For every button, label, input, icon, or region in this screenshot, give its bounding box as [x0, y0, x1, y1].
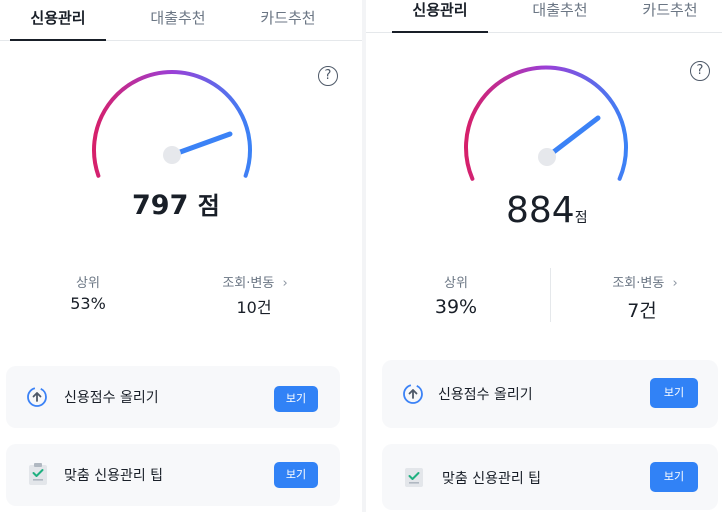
credit-score-gauge — [464, 65, 628, 181]
history-label: 조회·변동 — [222, 276, 275, 291]
credit-tips-title: 맞춤 신용관리 팁 — [442, 471, 542, 487]
tab-loan-recommendation[interactable]: 대출추천 — [512, 0, 608, 32]
credit-score: 884점 — [506, 190, 588, 231]
credit-panel-left: 신용관리 대출추천 카드추천 ? 797 점 상위 53% 조회·변동 › 10… — [0, 0, 362, 512]
gauge-needle — [169, 131, 233, 158]
clipboard-check-icon — [405, 468, 423, 487]
arrow-up-circle-icon — [27, 387, 47, 407]
rank-value: 39% — [434, 296, 478, 318]
credit-score-value: 884 — [506, 190, 575, 231]
clipboard-check-icon — [29, 463, 47, 485]
active-tab-indicator — [392, 31, 488, 33]
help-icon[interactable]: ? — [318, 66, 338, 86]
help-icon[interactable]: ? — [690, 61, 710, 81]
credit-score-gauge — [92, 70, 252, 178]
tab-card-recommendation[interactable]: 카드추천 — [622, 0, 718, 32]
improve-score-title: 신용점수 올리기 — [64, 390, 159, 406]
history-link[interactable]: 조회·변동 › — [602, 272, 688, 291]
improve-score-card[interactable]: 신용점수 올리기 보기 — [6, 366, 340, 428]
tab-bar: 신용관리 대출추천 카드추천 — [0, 0, 362, 41]
gauge-pivot — [538, 148, 556, 166]
tab-bar: 신용관리 대출추천 카드추천 — [366, 0, 722, 33]
improve-score-title: 신용점수 올리기 — [438, 387, 533, 403]
rank-label: 상위 — [444, 276, 468, 291]
tab-credit-management[interactable]: 신용관리 — [12, 0, 104, 40]
chevron-right-icon: › — [672, 276, 678, 291]
credit-score-value: 797 — [132, 190, 189, 221]
view-button[interactable]: 보기 — [650, 462, 698, 492]
improve-score-card[interactable]: 신용점수 올리기 보기 — [382, 360, 718, 428]
tab-card-recommendation[interactable]: 카드추천 — [240, 0, 336, 40]
arrow-up-circle-icon — [403, 384, 423, 404]
view-button[interactable]: 보기 — [274, 462, 318, 488]
history-label: 조회·변동 — [612, 276, 665, 291]
credit-tips-card[interactable]: 맞춤 신용관리 팁 보기 — [382, 444, 718, 510]
gauge-needle — [544, 115, 601, 160]
tab-credit-management[interactable]: 신용관리 — [394, 0, 486, 32]
rank-value: 53% — [70, 294, 106, 313]
history-link[interactable]: 조회·변동 › — [212, 272, 298, 291]
credit-panel-right: 신용관리 대출추천 카드추천 ? 884점 상위 39% 조회·변동 › 7건 — [366, 0, 722, 512]
active-tab-indicator — [10, 39, 106, 41]
credit-score: 797 점 — [132, 186, 220, 221]
chevron-right-icon: › — [282, 276, 288, 291]
credit-score-unit: 점 — [197, 192, 220, 220]
stats-divider — [550, 268, 551, 322]
credit-tips-title: 맞춤 신용관리 팁 — [64, 468, 164, 484]
credit-tips-card[interactable]: 맞춤 신용관리 팁 보기 — [6, 444, 340, 506]
history-value: 10건 — [236, 298, 272, 317]
view-button[interactable]: 보기 — [650, 378, 698, 408]
tab-loan-recommendation[interactable]: 대출추천 — [130, 0, 226, 40]
gauge-pivot — [163, 146, 181, 164]
history-value: 7건 — [627, 300, 657, 322]
credit-score-unit: 점 — [574, 210, 588, 226]
view-button[interactable]: 보기 — [274, 386, 318, 412]
rank-label: 상위 — [76, 276, 100, 291]
